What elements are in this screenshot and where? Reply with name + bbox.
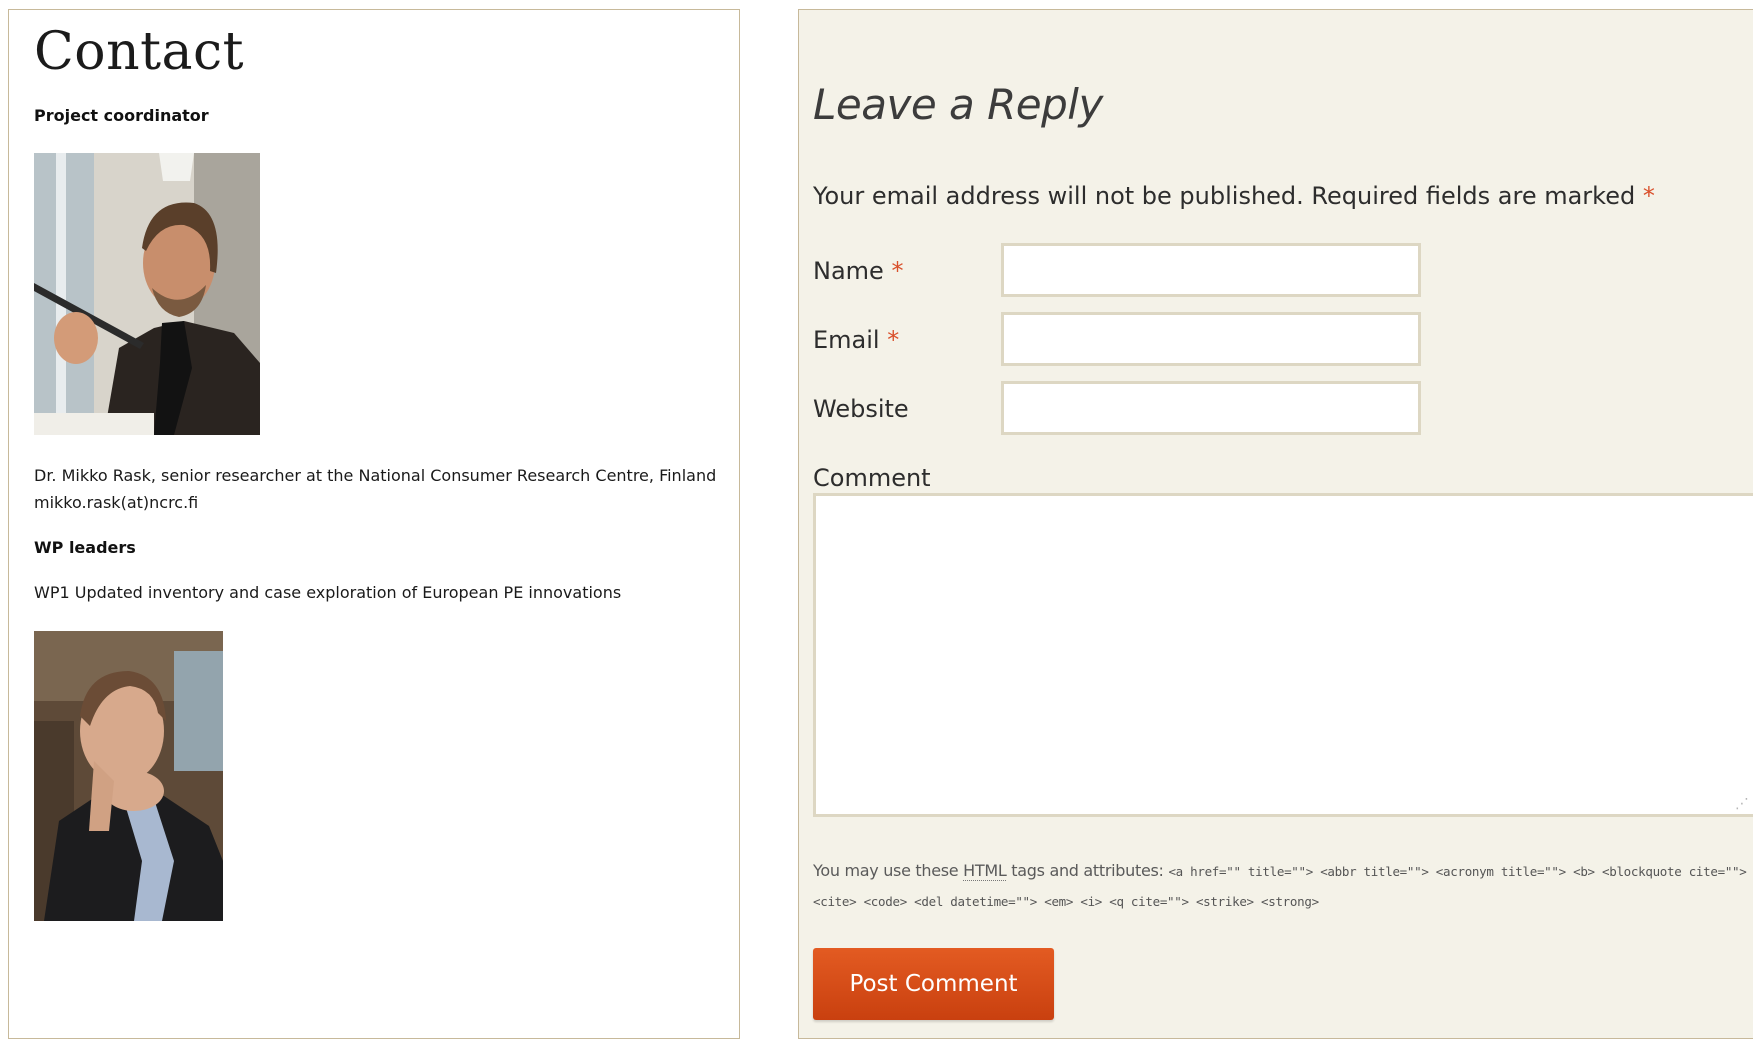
email-input[interactable]	[1001, 312, 1421, 366]
comment-textarea[interactable]	[813, 493, 1753, 817]
allowed-tags-suffix: tags and attributes:	[1011, 861, 1164, 880]
email-label-text: Email	[813, 326, 880, 354]
wp1-text: WP1 Updated inventory and case explorati…	[34, 583, 622, 602]
name-required-marker: *	[891, 257, 904, 285]
comment-notes: Your email address will not be published…	[813, 182, 1655, 210]
html-abbr: HTML	[963, 861, 1007, 881]
website-label: Website	[813, 395, 909, 423]
wp-leaders-heading: WP leaders	[34, 538, 136, 557]
comment-label: Comment	[813, 464, 931, 492]
article-panel: Contact Project coordinator Dr. Mikko Ra…	[8, 9, 740, 1039]
allowed-tags-note: You may use these HTML tags and attribut…	[813, 856, 1753, 916]
name-label: Name *	[813, 257, 903, 285]
wp1-leader-photo	[34, 631, 223, 921]
comment-panel: Leave a Reply Your email address will no…	[798, 9, 1753, 1039]
email-required-marker: *	[887, 326, 900, 354]
resize-grip-icon[interactable]: ⋰	[1735, 794, 1753, 812]
post-comment-button[interactable]: Post Comment	[813, 948, 1054, 1020]
name-input[interactable]	[1001, 243, 1421, 297]
website-input[interactable]	[1001, 381, 1421, 435]
coordinator-email: mikko.rask(at)ncrc.fi	[34, 493, 199, 512]
allowed-tags-prefix: You may use these	[813, 861, 959, 880]
coordinator-description: Dr. Mikko Rask, senior researcher at the…	[34, 466, 717, 485]
name-label-text: Name	[813, 257, 884, 285]
coordinator-photo	[34, 153, 260, 435]
coordinator-info: Dr. Mikko Rask, senior researcher at the…	[34, 462, 716, 516]
reply-title: Leave a Reply	[813, 80, 1103, 129]
coordinator-heading: Project coordinator	[34, 106, 209, 125]
required-marker: *	[1642, 182, 1655, 210]
email-label: Email *	[813, 326, 899, 354]
page-title: Contact	[34, 22, 245, 82]
comment-notes-text: Your email address will not be published…	[813, 182, 1636, 210]
